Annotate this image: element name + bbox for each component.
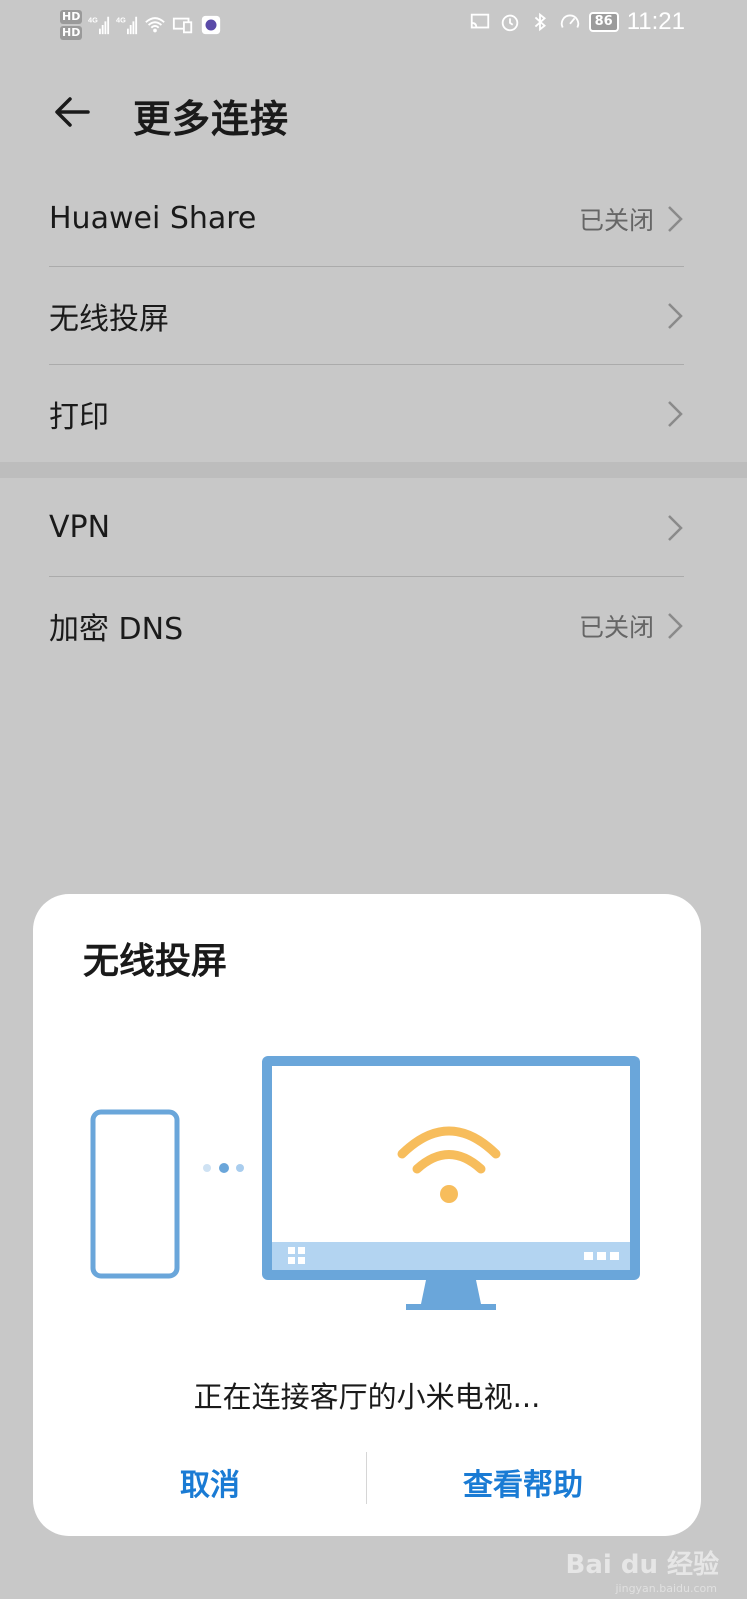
clock: 11:21	[626, 8, 685, 35]
button-divider	[366, 1452, 367, 1504]
back-arrow-icon[interactable]	[52, 90, 96, 134]
svg-text:4G: 4G	[116, 15, 126, 24]
battery-level: 86	[588, 12, 619, 32]
hd-badge: HD	[60, 10, 83, 24]
svg-text:4G: 4G	[88, 15, 98, 24]
list-item-label: 加密 DNS	[49, 611, 184, 647]
list-item-encrypted-dns[interactable]: 加密 DNS 已关闭	[49, 577, 684, 674]
list-item-print[interactable]: 打印	[49, 365, 684, 462]
multi-screen-icon	[173, 17, 193, 34]
cancel-button[interactable]: 取消	[103, 1454, 317, 1510]
chevron-right-icon	[668, 302, 683, 329]
bluetooth-icon	[534, 12, 546, 32]
status-right: 86 11:21	[469, 8, 685, 36]
connection-status-message: 正在连接客厅的小米电视...	[193, 1380, 541, 1414]
tv-stand	[406, 1280, 496, 1310]
wireless-projection-dialog: 无线投屏 正在连接客厅的小米电视... 取消 查看帮助	[33, 894, 701, 1536]
signal-icon: 4G	[116, 15, 138, 35]
baidu-watermark-url: jingyan.baidu.com	[615, 1582, 717, 1595]
speed-gauge-icon	[560, 14, 579, 28]
connection-dot	[203, 1164, 211, 1172]
section-separator	[0, 462, 747, 478]
phone-graphic	[90, 1109, 180, 1279]
view-help-button[interactable]: 查看帮助	[383, 1454, 663, 1510]
list-item-label: 打印	[49, 399, 109, 435]
status-text: 已关闭	[578, 612, 654, 642]
chevron-right-icon	[668, 514, 683, 541]
chevron-right-icon	[668, 205, 683, 232]
signal-icon: 4G	[88, 15, 110, 35]
projection-illustration	[90, 1056, 640, 1310]
wifi-icon	[145, 17, 166, 33]
hd-badge: HD	[60, 26, 83, 40]
menu-dots-icon	[584, 1252, 619, 1260]
connection-dot	[219, 1163, 229, 1173]
cast-icon	[470, 13, 489, 29]
page-title: 更多连接	[133, 97, 290, 141]
list-item-label: Huawei Share	[49, 201, 257, 236]
list-item-label: 无线投屏	[49, 301, 169, 337]
status-left: HD HD 4G 4G	[60, 10, 222, 40]
app-notification-icon	[202, 15, 221, 35]
alarm-icon	[501, 14, 518, 32]
status-bar: HD HD 4G 4G 86 11:21	[0, 0, 747, 56]
list-item-wireless-projection[interactable]: 无线投屏	[49, 267, 684, 364]
chevron-right-icon	[668, 400, 683, 427]
volte-indicator: HD HD	[60, 10, 83, 40]
list-item-vpn[interactable]: VPN	[49, 479, 684, 576]
status-text: 已关闭	[578, 205, 654, 235]
baidu-watermark: Bai du 经验	[565, 1550, 720, 1580]
dialog-title: 无线投屏	[83, 941, 228, 982]
chevron-right-icon	[668, 612, 683, 639]
list-item-label: VPN	[49, 510, 111, 545]
connection-dot	[236, 1164, 244, 1172]
list-item-huawei-share[interactable]: Huawei Share 已关闭	[49, 170, 684, 267]
